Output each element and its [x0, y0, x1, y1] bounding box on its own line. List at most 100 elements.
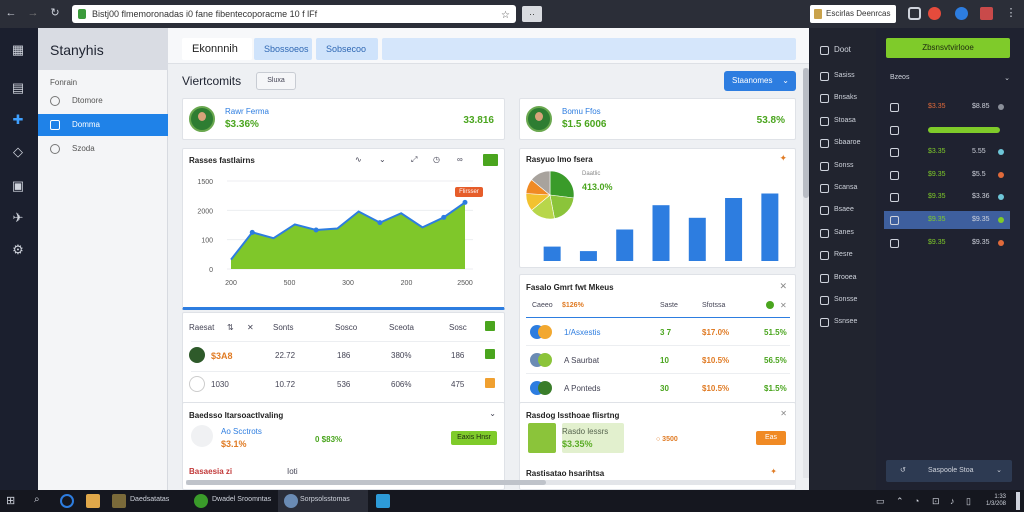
filter-icon[interactable]: ✕	[247, 323, 254, 332]
sidebar-section-label: Fonrain	[50, 78, 78, 87]
app-icon[interactable]	[376, 494, 390, 508]
right-panel-row[interactable]: $9.35 $9.35	[884, 234, 1010, 252]
taskbar-app-1[interactable]: Dwadel Sroomntas	[212, 496, 271, 503]
right-panel-row[interactable]: $3.35 $8.85	[884, 98, 1010, 116]
table-cell: 1/Asxestis	[564, 328, 601, 337]
right-nav-item-11[interactable]: Ssnsee	[818, 314, 874, 330]
card-title: Baedsso ltarsoactlvaling	[189, 411, 284, 420]
right-panel-row[interactable]: $9.35 $9.35	[884, 211, 1010, 229]
right-panel-row[interactable]: $3.35 5.55	[884, 143, 1010, 161]
menu-icon[interactable]: ⋮	[1004, 6, 1018, 20]
extension-icon[interactable]	[955, 7, 968, 20]
document-icon[interactable]: ▤	[10, 80, 26, 96]
grid-icon[interactable]: ▦	[10, 42, 26, 58]
card-button[interactable]: Eaxis Hnsr	[451, 431, 497, 445]
app-icon[interactable]	[980, 7, 993, 20]
checkbox[interactable]	[485, 321, 495, 331]
right-panel-section[interactable]: Bzeos ⌄	[890, 74, 1010, 82]
sidebar-item-2[interactable]: Szoda	[38, 138, 168, 160]
camera-icon[interactable]	[908, 7, 921, 20]
right-nav-item-7[interactable]: Sanes	[818, 225, 874, 241]
right-nav-item-1[interactable]: Bnsaks	[818, 90, 874, 106]
clock[interactable]: 1:33 1/3/208	[986, 494, 1006, 508]
right-nav-item-3[interactable]: Sbaaroe	[818, 135, 874, 151]
page-dropdown[interactable]: Staanomes ⌄	[724, 71, 796, 91]
battery-icon[interactable]: ▯	[966, 496, 971, 507]
chart-tool-icon[interactable]: ∿	[355, 155, 362, 164]
page-small-button[interactable]: Sluxa	[256, 72, 296, 90]
tab-2[interactable]: Sobsecoo	[316, 38, 378, 60]
x-tick-label: 2500	[457, 280, 473, 287]
chevron-down-icon[interactable]: ⌄	[489, 409, 496, 418]
kpi-card-0[interactable]: Rawr Ferma $3.36% 33.816	[182, 98, 505, 140]
rocket-icon[interactable]: ✈	[10, 210, 26, 226]
cortana-icon[interactable]	[60, 494, 74, 508]
tray-icon[interactable]: ⌃	[896, 496, 904, 507]
right-panel-row[interactable]: $9.35 $3.36	[884, 188, 1010, 206]
checkbox[interactable]	[485, 378, 495, 388]
right-panel-row[interactable]: $9.35 $5.5	[884, 166, 1010, 184]
app-icon[interactable]	[112, 494, 126, 508]
app-icon[interactable]	[284, 494, 298, 508]
bar	[761, 193, 779, 261]
chevron-down-icon[interactable]: ⌄	[379, 155, 386, 164]
bookmark-star-icon[interactable]: ☆	[501, 7, 510, 25]
column-header-1: $126%	[562, 302, 584, 309]
vertical-scrollbar[interactable]	[803, 68, 809, 478]
profile-chip[interactable]: Escirlas Deenrcas	[810, 5, 896, 23]
sort-icon[interactable]: ⇅	[227, 323, 234, 332]
taskbar-app-0[interactable]: Daedsatatas	[130, 496, 169, 503]
tab-1[interactable]: Sbossoeos	[254, 38, 312, 60]
kpi-card-1[interactable]: Bomu Ffos $1.5 6006 53.8%	[519, 98, 796, 140]
right-nav-item-10[interactable]: Sonsse	[818, 292, 874, 308]
tab-0[interactable]: Ekonnnih	[182, 38, 252, 60]
puzzle-icon[interactable]: ✚	[10, 112, 26, 128]
show-desktop[interactable]	[1016, 492, 1020, 510]
right-panel-footer[interactable]: ↺ Saspoole Stoa ⌄	[886, 460, 1012, 482]
right-nav-item-8[interactable]: Resre	[818, 247, 874, 263]
forward-icon[interactable]: →	[26, 6, 40, 20]
tab-3[interactable]	[382, 38, 796, 60]
folder-icon[interactable]	[86, 494, 100, 508]
alert-icon[interactable]: ✦	[770, 467, 777, 476]
close-icon[interactable]: ✕	[779, 281, 787, 292]
right-nav-item-4[interactable]: Sonss	[818, 158, 874, 174]
primary-action-button[interactable]: Zbsnsvtvirlooe	[886, 38, 1010, 58]
browser-icon[interactable]	[194, 494, 208, 508]
start-icon[interactable]: ⊞	[6, 494, 20, 508]
extension-button[interactable]: ··	[522, 6, 542, 22]
close-icon[interactable]: ✕	[780, 301, 787, 310]
clock-icon[interactable]: ◷	[433, 155, 440, 164]
link-icon[interactable]: ∞	[457, 155, 463, 164]
wifi-icon[interactable]: ◔	[914, 496, 919, 506]
right-nav-item-5[interactable]: Scansa	[818, 180, 874, 196]
close-icon[interactable]: ✕	[780, 409, 787, 418]
taskbar-app-2[interactable]: Sorpsolsstomas	[300, 496, 350, 503]
trend-icon[interactable]: ⤢	[411, 155, 417, 165]
alert-icon[interactable]: ✦	[779, 153, 787, 164]
bar	[725, 198, 743, 261]
horizontal-scrollbar[interactable]	[186, 480, 796, 485]
back-icon[interactable]: ←	[4, 6, 18, 20]
right-nav-item-9[interactable]: Brooea	[818, 270, 874, 286]
right-nav-item-0[interactable]: Sasiss	[818, 68, 874, 84]
briefcase-icon[interactable]: ▣	[10, 178, 26, 194]
address-bar[interactable]: Bistj00 flmemoronadas i0 fane fibentecop…	[72, 5, 516, 23]
right-nav-item-6[interactable]: Bsaee	[818, 202, 874, 218]
right-nav-item-2[interactable]: Stoasa	[818, 113, 874, 129]
sidebar-item-0[interactable]: Dtomore	[38, 90, 168, 112]
search-icon[interactable]: ⌕	[34, 494, 48, 508]
volume-icon[interactable]: ♪	[950, 496, 955, 506]
reload-icon[interactable]: ↻	[48, 6, 62, 20]
card-button[interactable]: Eas	[756, 431, 786, 445]
settings-icon[interactable]: ⚙	[10, 242, 26, 258]
expand-icon[interactable]	[483, 154, 498, 166]
status-dot	[998, 239, 1004, 246]
notification-icon[interactable]	[928, 7, 941, 20]
tray-icon[interactable]: ▭	[876, 496, 885, 507]
checkbox[interactable]	[485, 349, 495, 359]
layers-icon[interactable]: ◇	[10, 144, 26, 160]
right-panel-row[interactable]	[884, 121, 1010, 139]
tray-icon[interactable]: ⊡	[932, 496, 940, 507]
sidebar-item-1[interactable]: Domma	[38, 114, 168, 136]
